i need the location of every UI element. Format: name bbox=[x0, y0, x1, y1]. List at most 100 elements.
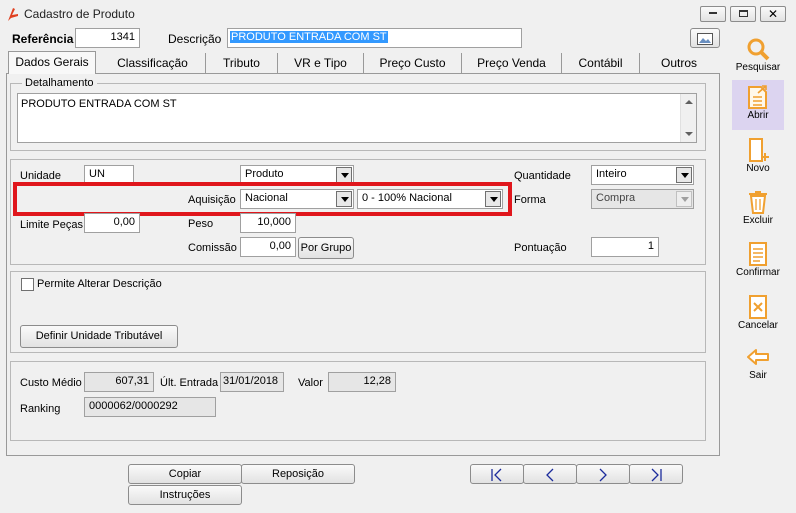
minimize-icon bbox=[709, 12, 717, 15]
unidade-label: Unidade bbox=[20, 170, 61, 182]
last-record-button[interactable] bbox=[629, 464, 683, 484]
detail-scrollbar[interactable] bbox=[680, 94, 696, 142]
trash-icon bbox=[749, 191, 767, 214]
tab-outros[interactable]: Outros bbox=[640, 53, 718, 73]
detail-text: PRODUTO ENTRADA COM ST bbox=[21, 98, 177, 110]
forma-value: Compra bbox=[596, 192, 636, 204]
comissao-label: Comissão bbox=[188, 242, 237, 254]
tab-dados-gerais[interactable]: Dados Gerais bbox=[8, 51, 96, 74]
aquisicao-label: Aquisição bbox=[188, 194, 236, 206]
tab-classificacao[interactable]: Classificação bbox=[100, 53, 206, 73]
chevron-down-icon[interactable] bbox=[336, 191, 352, 207]
maximize-icon bbox=[738, 9, 748, 17]
chevron-down-icon[interactable] bbox=[676, 167, 692, 183]
chevron-down-icon[interactable] bbox=[485, 191, 501, 207]
aquisicao-select[interactable]: Nacional bbox=[240, 189, 354, 209]
ult-entrada-value: 31/01/2018 bbox=[220, 372, 284, 392]
detail-textarea[interactable]: PRODUTO ENTRADA COM ST bbox=[17, 93, 697, 143]
forma-label: Forma bbox=[514, 194, 546, 206]
custo-value: 607,31 bbox=[84, 372, 154, 392]
sidebar-abrir[interactable]: Abrir bbox=[732, 80, 784, 130]
open-document-icon bbox=[748, 85, 767, 109]
sidebar-label-sair: Sair bbox=[749, 370, 767, 381]
valor-label: Valor bbox=[298, 377, 323, 389]
window-title: Cadastro de Produto bbox=[24, 7, 135, 21]
quantidade-value: Inteiro bbox=[596, 168, 627, 180]
title-bar: Cadastro de Produto ✕ bbox=[0, 0, 796, 28]
description-value: PRODUTO ENTRADA COM ST bbox=[230, 31, 388, 43]
peso-label: Peso bbox=[188, 218, 214, 230]
first-icon bbox=[491, 468, 502, 482]
tab-preco-venda[interactable]: Preço Venda bbox=[462, 53, 562, 73]
copiar-button[interactable]: Copiar bbox=[128, 464, 242, 484]
description-input[interactable]: PRODUTO ENTRADA COM ST bbox=[227, 28, 522, 48]
reference-input[interactable]: 1341 bbox=[75, 28, 140, 48]
previous-record-button[interactable] bbox=[523, 464, 577, 484]
ranking-value: 0000062/0000292 bbox=[84, 397, 216, 417]
limite-label: Limite Peças bbox=[20, 219, 83, 231]
sidebar-label-abrir: Abrir bbox=[747, 110, 769, 121]
close-button[interactable]: ✕ bbox=[760, 6, 786, 22]
scroll-up-icon[interactable] bbox=[685, 100, 693, 104]
first-record-button[interactable] bbox=[470, 464, 524, 484]
sidebar-label-confirmar: Confirmar bbox=[736, 267, 780, 278]
chevron-down-icon bbox=[676, 191, 692, 207]
peso-input[interactable]: 10,000 bbox=[240, 213, 296, 233]
definir-unidade-button[interactable]: Definir Unidade Tributável bbox=[20, 325, 178, 348]
tipo-value: Produto bbox=[245, 168, 284, 180]
permite-checkbox[interactable] bbox=[21, 278, 34, 291]
custo-label: Custo Médio bbox=[20, 377, 82, 389]
close-icon: ✕ bbox=[767, 7, 779, 21]
image-icon bbox=[697, 33, 713, 46]
quantidade-select[interactable]: Inteiro bbox=[591, 165, 694, 185]
sidebar-pesquisar[interactable]: Pesquisar bbox=[733, 36, 783, 78]
chevron-down-icon[interactable] bbox=[336, 167, 352, 183]
reference-label: Referência bbox=[12, 32, 74, 46]
quantidade-label: Quantidade bbox=[514, 170, 571, 182]
valor-value: 12,28 bbox=[328, 372, 396, 392]
scroll-down-icon[interactable] bbox=[685, 132, 693, 136]
aquisicao-value: Nacional bbox=[245, 192, 288, 204]
ranking-label: Ranking bbox=[20, 403, 61, 415]
last-icon bbox=[651, 468, 662, 482]
app-logo-icon bbox=[8, 8, 18, 21]
description-label: Descrição bbox=[168, 32, 222, 46]
instrucoes-button[interactable]: Instruções bbox=[128, 485, 242, 505]
exit-arrow-icon bbox=[747, 349, 769, 365]
sidebar-sair[interactable]: Sair bbox=[733, 344, 783, 386]
minimize-button[interactable] bbox=[700, 6, 726, 22]
pontuacao-input[interactable]: 1 bbox=[591, 237, 659, 257]
comissao-input[interactable]: 0,00 bbox=[240, 237, 296, 257]
reposicao-button[interactable]: Reposição bbox=[241, 464, 355, 484]
image-button[interactable] bbox=[690, 28, 720, 48]
forma-select: Compra bbox=[591, 189, 694, 209]
confirm-document-icon bbox=[749, 242, 767, 266]
permite-label: Permite Alterar Descrição bbox=[37, 278, 162, 290]
sidebar-excluir[interactable]: Excluir bbox=[733, 189, 783, 231]
sidebar-cancelar[interactable]: Cancelar bbox=[733, 294, 783, 336]
origem-value: 0 - 100% Nacional bbox=[362, 192, 452, 204]
sidebar-confirmar[interactable]: Confirmar bbox=[733, 241, 783, 283]
tab-vr-e-tipo[interactable]: VR e Tipo bbox=[278, 53, 364, 73]
sidebar-label-excluir: Excluir bbox=[742, 215, 773, 226]
next-record-button[interactable] bbox=[576, 464, 630, 484]
pontuacao-label: Pontuação bbox=[514, 242, 567, 254]
detail-legend: Detalhamento bbox=[22, 77, 97, 89]
limite-input[interactable]: 0,00 bbox=[84, 213, 140, 233]
search-icon bbox=[747, 38, 770, 61]
tab-contabil[interactable]: Contábil bbox=[562, 53, 640, 73]
sidebar-label-cancelar: Cancelar bbox=[737, 320, 779, 331]
cancel-document-icon bbox=[749, 295, 767, 319]
origem-select[interactable]: 0 - 100% Nacional bbox=[357, 189, 503, 209]
tab-tributo[interactable]: Tributo bbox=[206, 53, 278, 73]
ult-entrada-label: Últ. Entrada bbox=[160, 377, 219, 389]
sidebar-label-pesquisar: Pesquisar bbox=[735, 62, 781, 73]
new-document-icon bbox=[749, 138, 769, 162]
tab-preco-custo[interactable]: Preço Custo bbox=[364, 53, 462, 73]
next-icon bbox=[599, 468, 607, 482]
sidebar-novo[interactable]: Novo bbox=[733, 137, 783, 179]
previous-icon bbox=[546, 468, 554, 482]
por-grupo-button[interactable]: Por Grupo bbox=[298, 237, 354, 259]
maximize-button[interactable] bbox=[730, 6, 756, 22]
sidebar-label-novo: Novo bbox=[746, 163, 770, 174]
